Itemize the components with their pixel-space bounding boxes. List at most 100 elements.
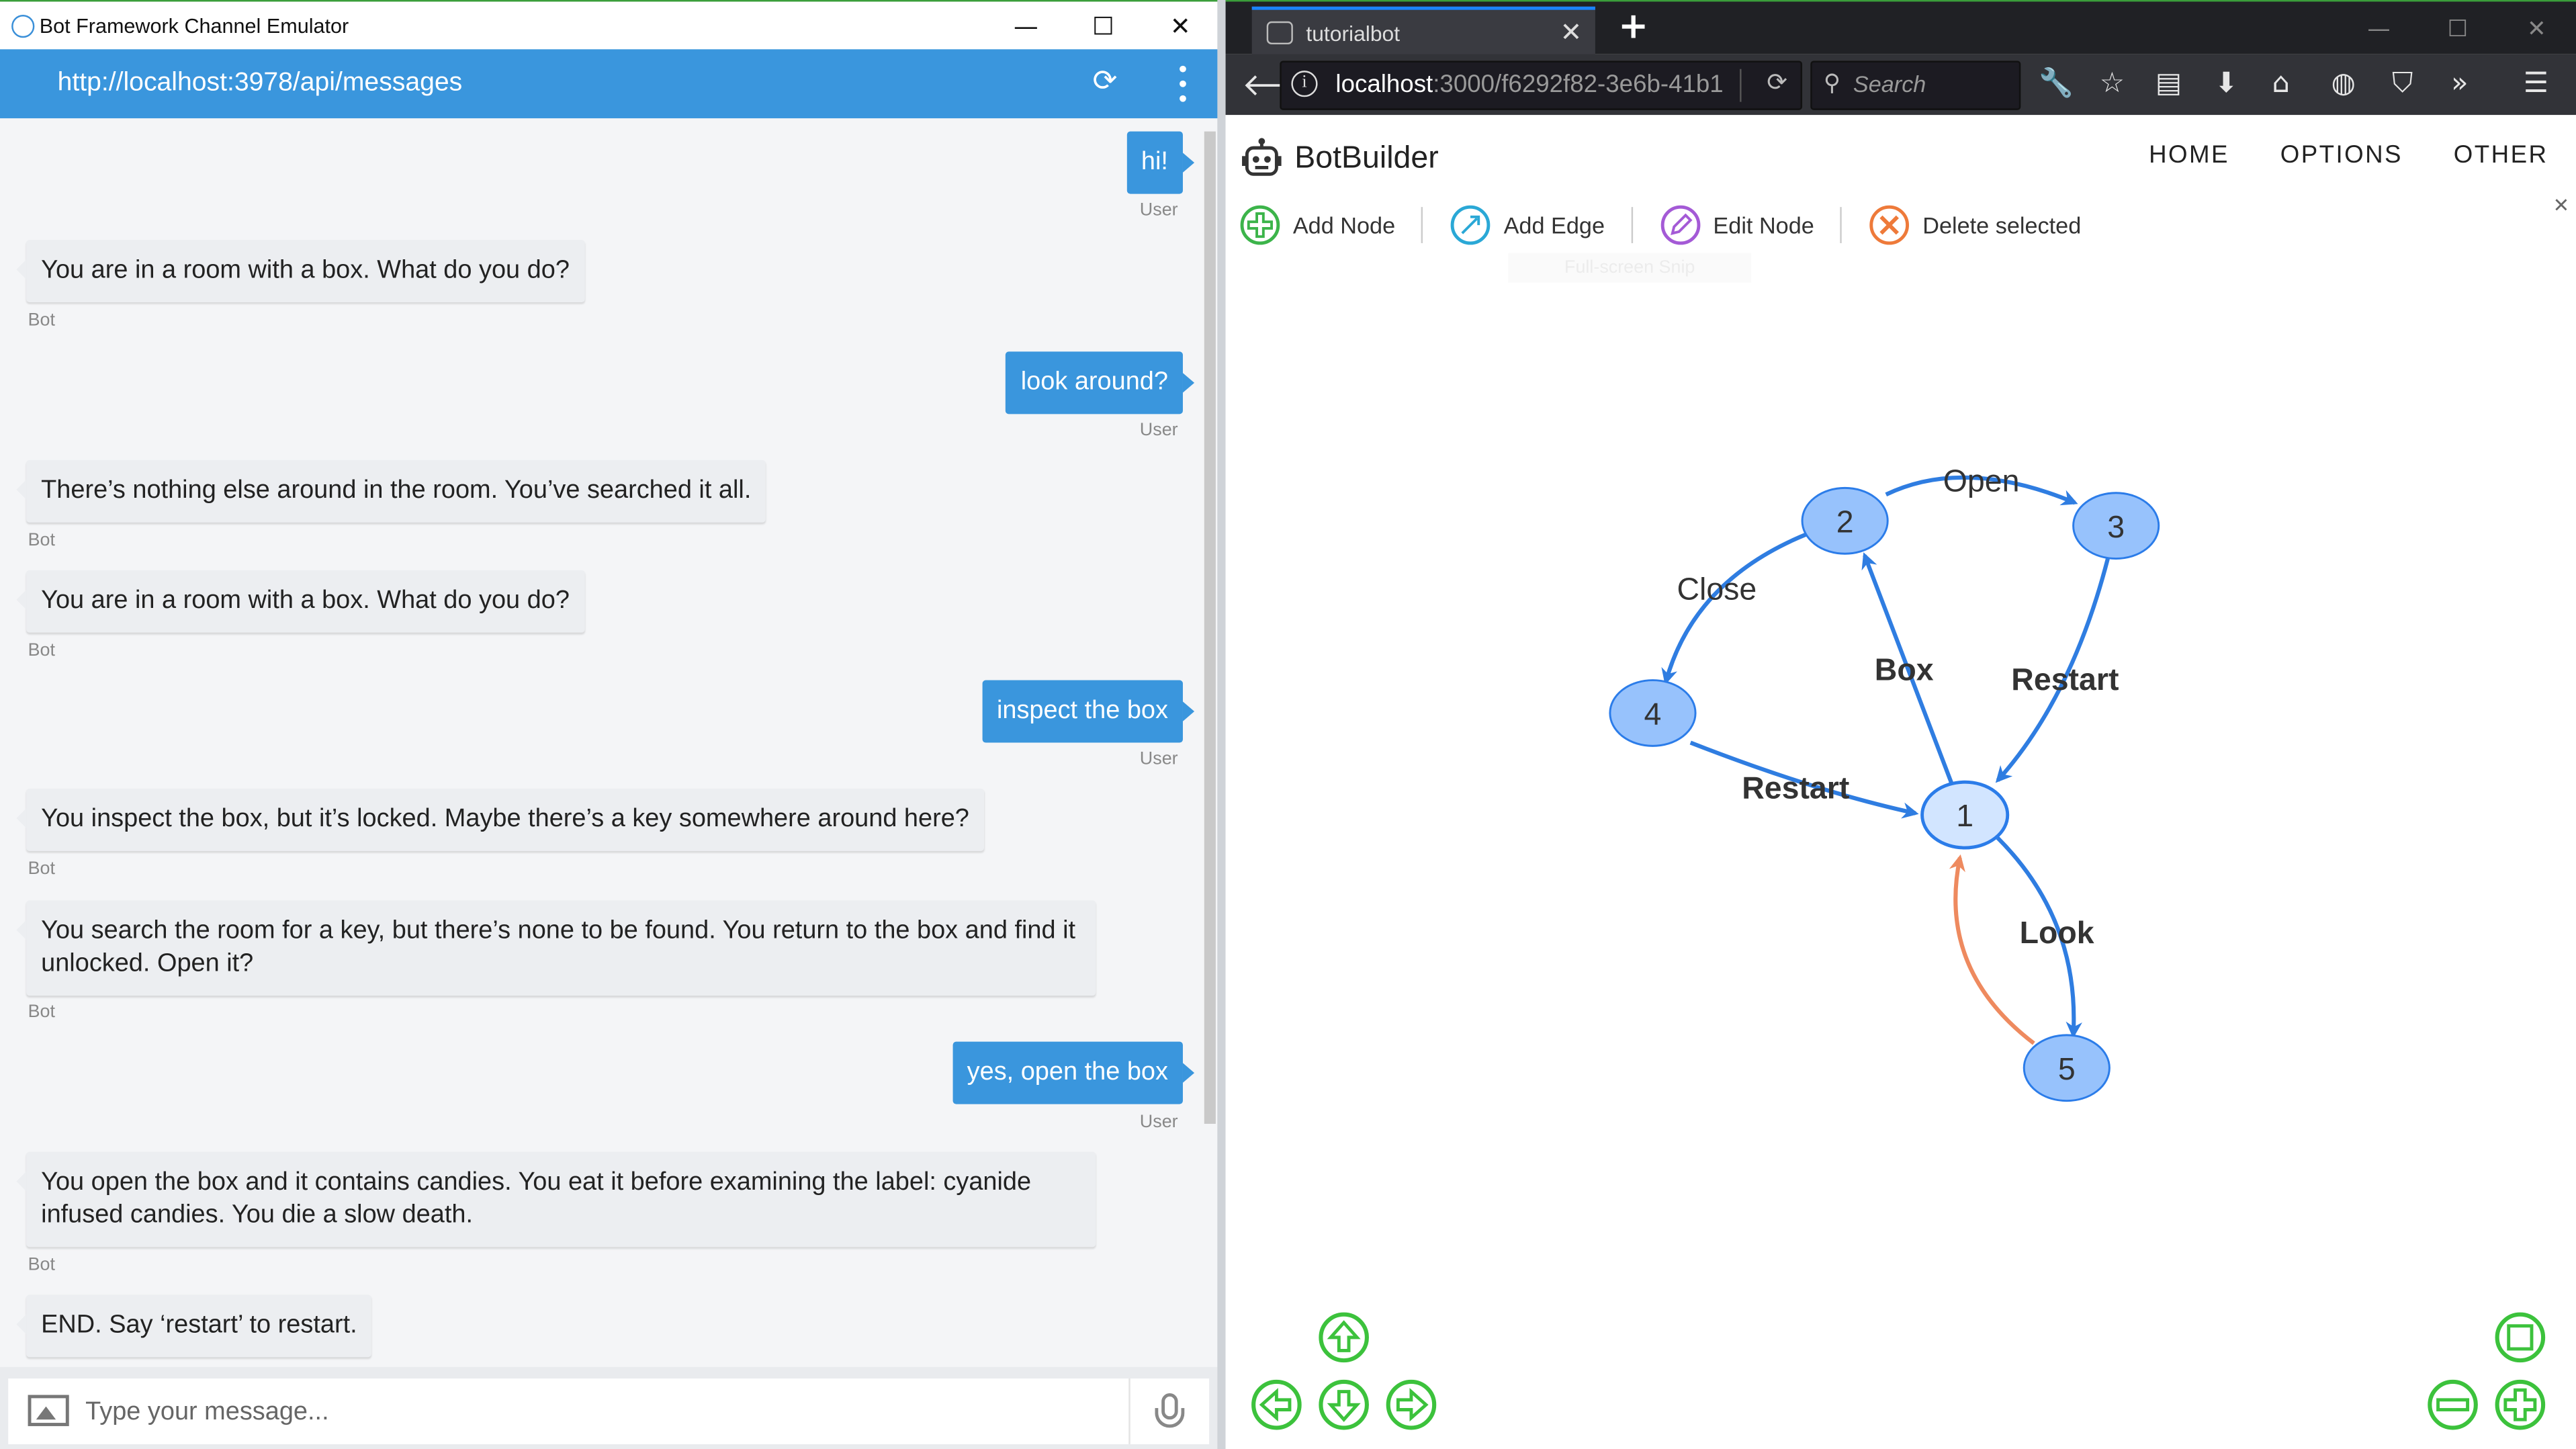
image-upload-icon[interactable] xyxy=(28,1395,69,1426)
browser-tabbar: tutorialbot ✕ + — ☐ ✕ xyxy=(1225,0,2576,56)
address-text[interactable]: localhost:3000/f6292f82-3e6b-41b1 xyxy=(1335,71,1723,99)
maximize-button[interactable]: ☐ xyxy=(1065,1,1142,50)
node-label: 5 xyxy=(2058,1051,2076,1086)
sender-label: Bot xyxy=(28,1002,55,1022)
add-edge-label: Add Edge xyxy=(1503,212,1605,238)
browser-navbar: 🡐 i localhost:3000/f6292f82-3e6b-41b1 ⟳ … xyxy=(1225,54,2576,116)
fit-to-screen-button[interactable] xyxy=(2495,1312,2546,1363)
nav-other[interactable]: OTHER xyxy=(2454,141,2548,169)
refresh-icon[interactable]: ⟳ xyxy=(1092,64,1117,98)
message-bubble[interactable]: There’s nothing else around in the room.… xyxy=(16,459,766,523)
add-node-button[interactable]: Add Node xyxy=(1240,204,1422,247)
close-button[interactable]: ✕ xyxy=(1142,1,1219,50)
app-brand[interactable]: BotBuilder xyxy=(1242,138,1439,181)
screen: Bot Framework Channel Emulator — ☐ ✕ htt… xyxy=(0,0,2576,1449)
emulator-app-icon xyxy=(11,13,35,38)
edit-node-button[interactable]: Edit Node xyxy=(1660,204,1840,247)
robot-logo-icon xyxy=(1242,138,1282,176)
address-bar[interactable]: i localhost:3000/f6292f82-3e6b-41b1 ⟳ xyxy=(1280,60,1803,110)
message-input[interactable] xyxy=(85,1395,1104,1432)
snip-tooltip-ghost: Full-screen Snip xyxy=(1508,253,1752,283)
minimize-button[interactable]: — xyxy=(987,1,1065,50)
edge-label-look: Look xyxy=(2020,915,2094,950)
message-bubble[interactable]: inspect the box xyxy=(981,680,1195,743)
pan-up-button[interactable] xyxy=(1319,1312,1369,1363)
message-bot: You are in a room with a box. What do yo… xyxy=(16,570,584,633)
search-box[interactable]: ⚲ xyxy=(1810,60,2021,110)
edge-label-box: Box xyxy=(1875,652,1934,687)
download-icon[interactable]: ⬇ xyxy=(2215,67,2238,100)
endpoint-url[interactable]: http://localhost:3978/api/messages xyxy=(58,69,463,99)
sender-label: Bot xyxy=(28,1255,55,1275)
pan-left-button[interactable] xyxy=(1251,1379,1302,1430)
sender-label: User xyxy=(1139,749,1178,769)
site-info-icon[interactable]: i xyxy=(1291,71,1318,97)
brand-name: BotBuilder xyxy=(1294,141,1439,176)
message-user: yes, open the box xyxy=(952,1041,1196,1104)
node-label: 4 xyxy=(1644,697,1662,732)
message-bot: There’s nothing else around in the room.… xyxy=(16,459,766,523)
edit-node-label: Edit Node xyxy=(1713,212,1814,238)
message-bubble[interactable]: You inspect the box, but it’s locked. Ma… xyxy=(16,788,984,851)
delete-selected-button[interactable]: Delete selected xyxy=(1869,204,2107,247)
message-bot: You inspect the box, but it’s locked. Ma… xyxy=(16,788,984,851)
message-bubble[interactable]: END. Say ‘restart’ to restart. xyxy=(16,1294,372,1358)
library-icon[interactable]: ▤ xyxy=(2156,67,2182,100)
edge-label-close: Close xyxy=(1677,572,1757,607)
message-bubble[interactable]: look around? xyxy=(1006,351,1194,414)
message-bubble[interactable]: You are in a room with a box. What do yo… xyxy=(16,570,584,633)
microphone-button[interactable] xyxy=(1128,1378,1209,1444)
nav-home[interactable]: HOME xyxy=(2149,141,2229,169)
window-splitter[interactable] xyxy=(1217,0,1226,1449)
bookmark-star-icon[interactable]: ☆ xyxy=(2100,67,2125,100)
edge-close[interactable] xyxy=(1661,532,1808,685)
chat-scrollbar[interactable] xyxy=(1204,131,1216,1124)
address-path: :3000/f6292f82-3e6b-41b1 xyxy=(1433,71,1724,99)
message-bubble[interactable]: You are in a room with a box. What do yo… xyxy=(16,240,584,303)
endpoint-bar: http://localhost:3978/api/messages ⟳ xyxy=(0,49,1219,119)
new-tab-icon[interactable]: + xyxy=(1618,7,1648,48)
add-node-label: Add Node xyxy=(1292,212,1396,238)
dialog-graph[interactable]: Open Close Box Restart Restart Look 2 3 … xyxy=(1226,115,2576,1449)
overflow-chevrons-icon[interactable]: » xyxy=(2451,67,2468,100)
zoom-out-button[interactable] xyxy=(2428,1379,2478,1430)
add-edge-button[interactable]: Add Edge xyxy=(1451,204,1631,247)
reload-icon[interactable]: ⟳ xyxy=(1767,67,1787,97)
edge-label-open: Open xyxy=(1943,463,2020,498)
maximize-button[interactable]: ☐ xyxy=(2418,1,2497,56)
message-user: inspect the box xyxy=(981,680,1195,743)
tracking-protection-icon[interactable]: ◍ xyxy=(2331,67,2356,100)
minimize-button[interactable]: — xyxy=(2340,1,2418,56)
panel-close-icon[interactable]: ✕ xyxy=(2553,194,2570,217)
home-icon[interactable]: ⌂ xyxy=(2272,67,2290,100)
edge-5-1[interactable] xyxy=(1949,854,2035,1045)
microphone-stand-icon xyxy=(1155,1408,1185,1428)
sender-label: Bot xyxy=(28,530,55,551)
more-options-icon[interactable] xyxy=(1168,62,1198,105)
message-bubble[interactable]: hi! xyxy=(1126,131,1196,194)
sender-label: User xyxy=(1139,1112,1178,1133)
emulator-window-controls: — ☐ ✕ xyxy=(987,1,1219,50)
message-bubble[interactable]: You search the room for a key, but there… xyxy=(16,900,1096,996)
zoom-in-button[interactable] xyxy=(2495,1379,2546,1430)
search-input[interactable] xyxy=(1853,71,2014,97)
tab-close-icon[interactable]: ✕ xyxy=(1560,16,1583,47)
pan-right-button[interactable] xyxy=(1386,1379,1437,1430)
tab-tutorialbot[interactable]: tutorialbot ✕ xyxy=(1251,6,1595,56)
message-bubble[interactable]: yes, open the box xyxy=(952,1041,1196,1104)
pocket-icon[interactable]: ⛉ xyxy=(2392,67,2413,100)
message-bubble[interactable]: You open the box and it contains candies… xyxy=(16,1151,1096,1247)
close-button[interactable]: ✕ xyxy=(2497,1,2576,56)
node-label: 1 xyxy=(1956,798,1973,833)
wrench-icon[interactable]: 🔧 xyxy=(2039,67,2074,100)
edit-pencil-icon xyxy=(1660,205,1700,245)
sender-label: Bot xyxy=(28,859,55,879)
edge-label-restart: Restart xyxy=(1742,771,1849,805)
hamburger-menu-icon[interactable]: ☰ xyxy=(2524,67,2548,100)
message-user: hi! xyxy=(1126,131,1196,194)
pan-down-button[interactable] xyxy=(1319,1379,1369,1430)
nav-options[interactable]: OPTIONS xyxy=(2280,141,2403,169)
address-host: localhost xyxy=(1335,71,1433,99)
tab-title: tutorialbot xyxy=(1306,20,1401,46)
message-bot: You open the box and it contains candies… xyxy=(16,1151,1096,1247)
